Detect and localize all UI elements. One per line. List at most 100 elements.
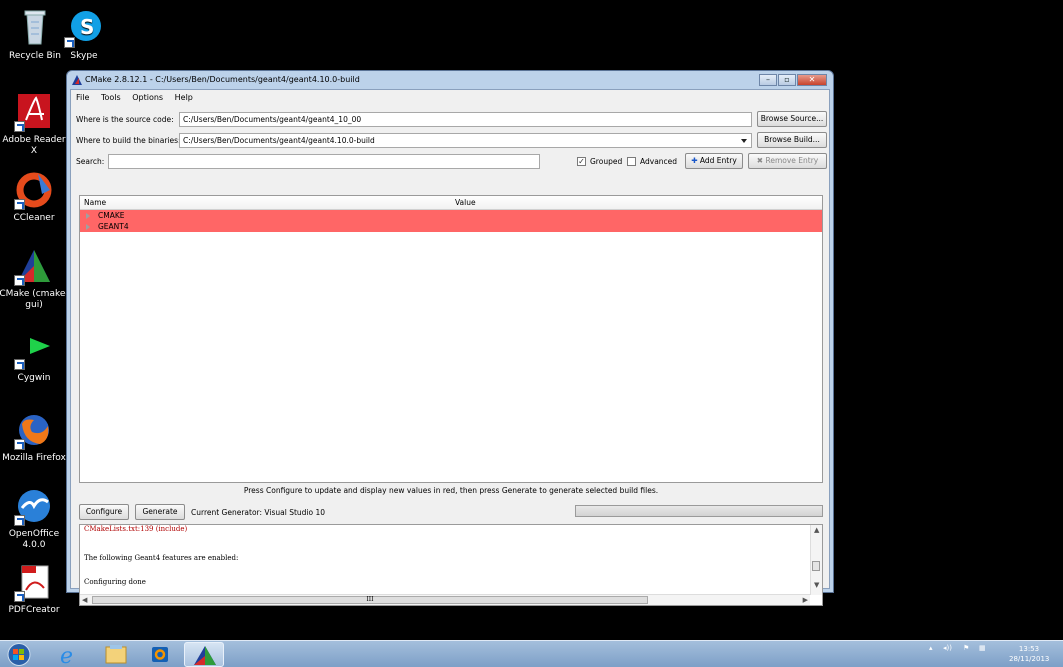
add-entry-label: Add Entry <box>699 156 737 165</box>
scroll-up-icon[interactable]: ▲ <box>814 526 819 534</box>
grouped-checkbox[interactable]: ✓ <box>577 157 586 166</box>
scroll-thumb[interactable]: III <box>92 596 648 604</box>
search-row: Search: ✓ Grouped Advanced ✚ Add Entry ✖… <box>76 153 827 169</box>
cmake-window: CMake 2.8.12.1 - C:/Users/Ben/Documents/… <box>66 70 834 606</box>
menu-options[interactable]: Options <box>132 93 163 102</box>
desktop: Recycle Bin S Skype Adobe Reader X CClea… <box>0 0 1063 667</box>
taskbar-file-explorer[interactable] <box>96 642 136 667</box>
minimize-icon: – <box>766 75 770 84</box>
plus-icon: ✚ <box>691 156 698 165</box>
expand-arrow-icon[interactable] <box>86 224 90 230</box>
search-label: Search: <box>76 157 105 166</box>
horizontal-scrollbar[interactable]: ◀ III ▶ <box>80 594 810 605</box>
cache-tree: Name Value CMAKE GEANT4 <box>79 195 823 483</box>
checkmark-icon: ✓ <box>578 157 585 166</box>
desktop-icon-cygwin[interactable]: Cygwin <box>0 330 69 384</box>
scroll-thumb[interactable] <box>812 561 820 571</box>
window-controls: – ▫ ✕ <box>758 74 827 86</box>
build-path-combobox[interactable]: C:/Users/Ben/Documents/geant4/geant4.10.… <box>179 133 752 148</box>
cygwin-icon <box>14 330 54 370</box>
taskbar-outlook[interactable] <box>140 642 180 667</box>
minimize-button[interactable]: – <box>759 74 777 86</box>
tree-row-label: CMAKE <box>98 211 125 220</box>
svg-text:S: S <box>80 15 94 39</box>
tree-row-cmake[interactable]: CMAKE <box>80 210 822 221</box>
openoffice-gull-icon <box>14 486 54 526</box>
desktop-icon-pdfcreator[interactable]: PDFCreator <box>0 562 69 616</box>
outlook-icon <box>152 647 168 662</box>
expand-arrow-icon[interactable] <box>86 213 90 219</box>
adobe-reader-icon <box>14 92 54 132</box>
tree-header: Name Value <box>80 196 822 210</box>
shortcut-arrow-icon <box>14 199 25 210</box>
start-button[interactable] <box>2 642 36 667</box>
chevron-down-icon[interactable] <box>741 139 747 143</box>
window-titlebar[interactable]: CMake 2.8.12.1 - C:/Users/Ben/Documents/… <box>67 71 833 89</box>
advanced-checkbox[interactable] <box>627 157 636 166</box>
maximize-button[interactable]: ▫ <box>778 74 796 86</box>
desktop-icon-adobe-reader[interactable]: Adobe Reader X <box>0 92 69 157</box>
browse-source-button[interactable]: Browse Source... <box>757 111 827 127</box>
shortcut-arrow-icon <box>14 591 25 602</box>
taskbar-internet-explorer[interactable]: e <box>50 642 90 667</box>
configure-button[interactable]: Configure <box>79 504 129 520</box>
remove-entry-button[interactable]: ✖ Remove Entry <box>748 153 827 169</box>
menu-tools[interactable]: Tools <box>101 93 121 102</box>
desktop-icon-cmake[interactable]: CMake (cmake-gui) <box>0 246 69 311</box>
desktop-icon-firefox[interactable]: Mozilla Firefox <box>0 410 69 464</box>
shortcut-arrow-icon <box>64 37 75 48</box>
svg-text:e: e <box>60 644 73 667</box>
scroll-left-icon[interactable]: ◀ <box>82 596 87 604</box>
shortcut-arrow-icon <box>14 121 25 132</box>
system-tray: ▴ ◂)) ⚑ ▦ 13:53 28/11/2013 <box>929 641 1049 667</box>
source-path-field[interactable]: C:/Users/Ben/Documents/geant4/geant4_10_… <box>179 112 752 127</box>
window-client: File Tools Options Help Where is the sou… <box>70 89 830 606</box>
taskbar-cmake[interactable] <box>184 642 224 667</box>
configure-hint: Press Configure to update and display ne… <box>243 486 659 495</box>
clock[interactable]: 13:53 28/11/2013 <box>1009 644 1049 664</box>
generate-button[interactable]: Generate <box>135 504 185 520</box>
column-value-header[interactable]: Value <box>455 196 476 210</box>
scroll-down-icon[interactable]: ▼ <box>814 581 819 589</box>
internet-explorer-icon: e <box>60 644 73 667</box>
search-input[interactable] <box>108 154 540 169</box>
action-center-flag-icon[interactable]: ⚑ <box>963 644 969 652</box>
tree-row-label: GEANT4 <box>98 222 129 231</box>
firefox-icon <box>14 410 54 450</box>
maximize-icon: ▫ <box>784 75 790 84</box>
current-generator: Current Generator: Visual Studio 10 <box>191 508 326 517</box>
browse-build-button[interactable]: Browse Build... <box>757 132 827 148</box>
cmake-triangle-icon <box>194 646 216 665</box>
pdfcreator-icon <box>14 562 54 602</box>
tree-row-geant4[interactable]: GEANT4 <box>80 221 822 232</box>
windows-orb-icon <box>7 643 31 666</box>
desktop-icon-openoffice[interactable]: OpenOffice 4.0.0 <box>0 486 69 551</box>
vertical-scrollbar[interactable]: ▲ ▼ <box>810 525 822 595</box>
scroll-right-icon[interactable]: ▶ <box>803 596 808 604</box>
close-button[interactable]: ✕ <box>797 74 827 86</box>
shortcut-arrow-icon <box>14 515 25 526</box>
window-title: CMake 2.8.12.1 - C:/Users/Ben/Documents/… <box>85 75 360 84</box>
menu-help[interactable]: Help <box>175 93 193 102</box>
source-row: Where is the source code: C:/Users/Ben/D… <box>76 111 827 127</box>
build-path-value: C:/Users/Ben/Documents/geant4/geant4.10.… <box>183 136 375 145</box>
show-hidden-icons-icon[interactable]: ▴ <box>929 644 933 652</box>
column-name-header[interactable]: Name <box>84 196 106 210</box>
build-label: Where to build the binaries: <box>76 136 181 145</box>
output-log: CMakeLists.txt:139 (include) The followi… <box>79 524 823 606</box>
desktop-icon-label: Adobe Reader X <box>2 135 66 156</box>
desktop-icon-skype[interactable]: S Skype <box>49 8 119 62</box>
volume-icon[interactable]: ◂)) <box>943 644 952 652</box>
menu-file[interactable]: File <box>76 93 89 102</box>
advanced-label: Advanced <box>640 157 678 166</box>
output-line: Configuring done <box>84 578 146 586</box>
folder-icon <box>105 645 127 664</box>
network-icon[interactable]: ▦ <box>979 644 986 652</box>
clock-date: 28/11/2013 <box>1009 655 1050 663</box>
progress-bar <box>575 505 823 517</box>
desktop-icon-ccleaner[interactable]: CCleaner <box>0 170 69 224</box>
shortcut-arrow-icon <box>14 275 25 286</box>
add-entry-button[interactable]: ✚ Add Entry <box>685 153 743 169</box>
grouped-label: Grouped <box>590 157 623 166</box>
desktop-icon-label: CCleaner <box>13 213 55 223</box>
